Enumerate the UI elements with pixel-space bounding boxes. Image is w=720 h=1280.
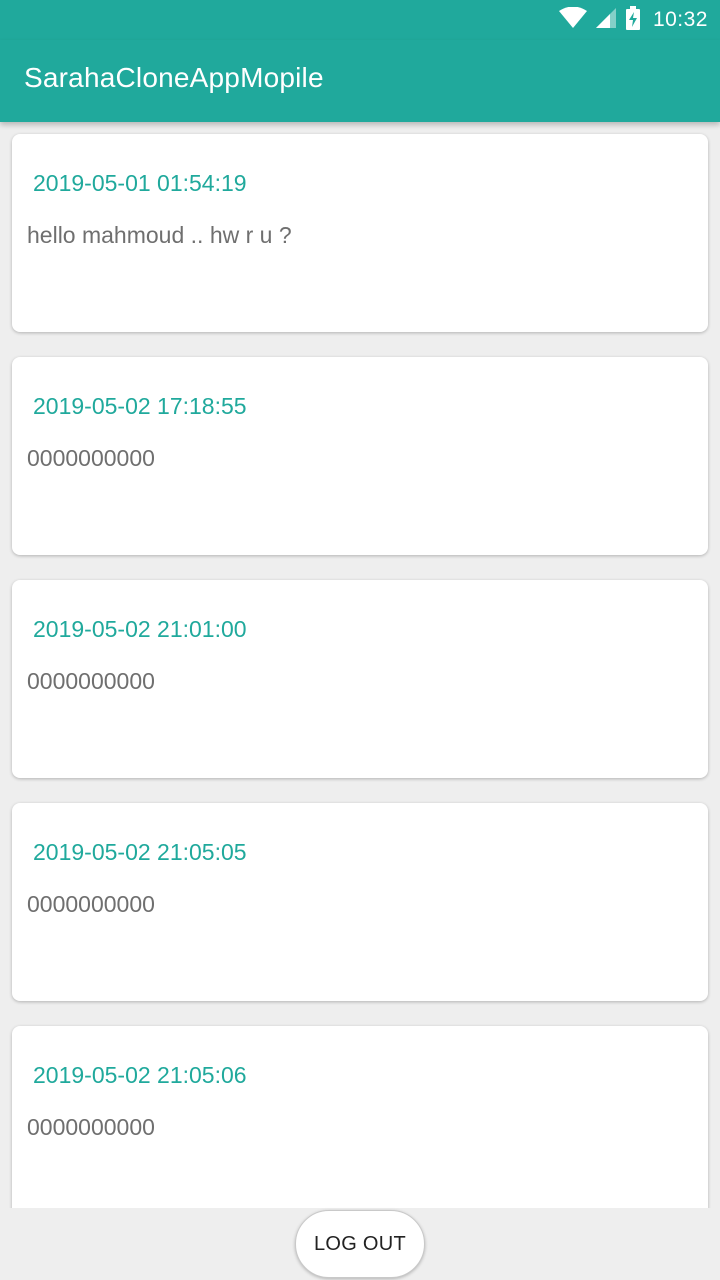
message-card[interactable]: 2019-05-02 21:05:06 0000000000 <box>12 1026 708 1208</box>
message-card[interactable]: 2019-05-02 21:05:05 0000000000 <box>12 803 708 1001</box>
message-text: 0000000000 <box>27 668 155 694</box>
message-card[interactable]: 2019-05-02 21:01:00 0000000000 <box>12 580 708 778</box>
message-card[interactable]: 2019-05-01 01:54:19 hello mahmoud .. hw … <box>12 134 708 332</box>
status-icons: 10:32 <box>558 5 708 35</box>
message-text: 0000000000 <box>27 1114 155 1140</box>
message-date: 2019-05-02 21:05:06 <box>33 1062 247 1088</box>
message-date: 2019-05-02 17:18:55 <box>33 393 247 419</box>
message-date: 2019-05-01 01:54:19 <box>33 170 247 196</box>
message-date: 2019-05-02 21:05:05 <box>33 839 247 865</box>
message-card[interactable]: 2019-05-02 17:18:55 0000000000 <box>12 357 708 555</box>
app-title: SarahaCloneAppMopile <box>24 62 324 93</box>
message-list[interactable]: 2019-05-01 01:54:19 hello mahmoud .. hw … <box>0 122 720 1208</box>
message-date: 2019-05-02 21:01:00 <box>33 616 247 642</box>
status-time: 10:32 <box>652 8 708 31</box>
bottom-bar: LOG OUT <box>0 1208 720 1280</box>
cell-signal-icon <box>595 7 617 34</box>
message-text: 0000000000 <box>27 445 155 471</box>
wifi-icon <box>558 6 587 34</box>
message-text: hello mahmoud .. hw r u ? <box>27 222 292 248</box>
battery-charging-icon <box>625 5 641 35</box>
app-bar: SarahaCloneAppMopile <box>0 40 720 122</box>
message-text: 0000000000 <box>27 891 155 917</box>
status-bar: 10:32 <box>0 0 720 40</box>
logout-button[interactable]: LOG OUT <box>295 1210 425 1278</box>
